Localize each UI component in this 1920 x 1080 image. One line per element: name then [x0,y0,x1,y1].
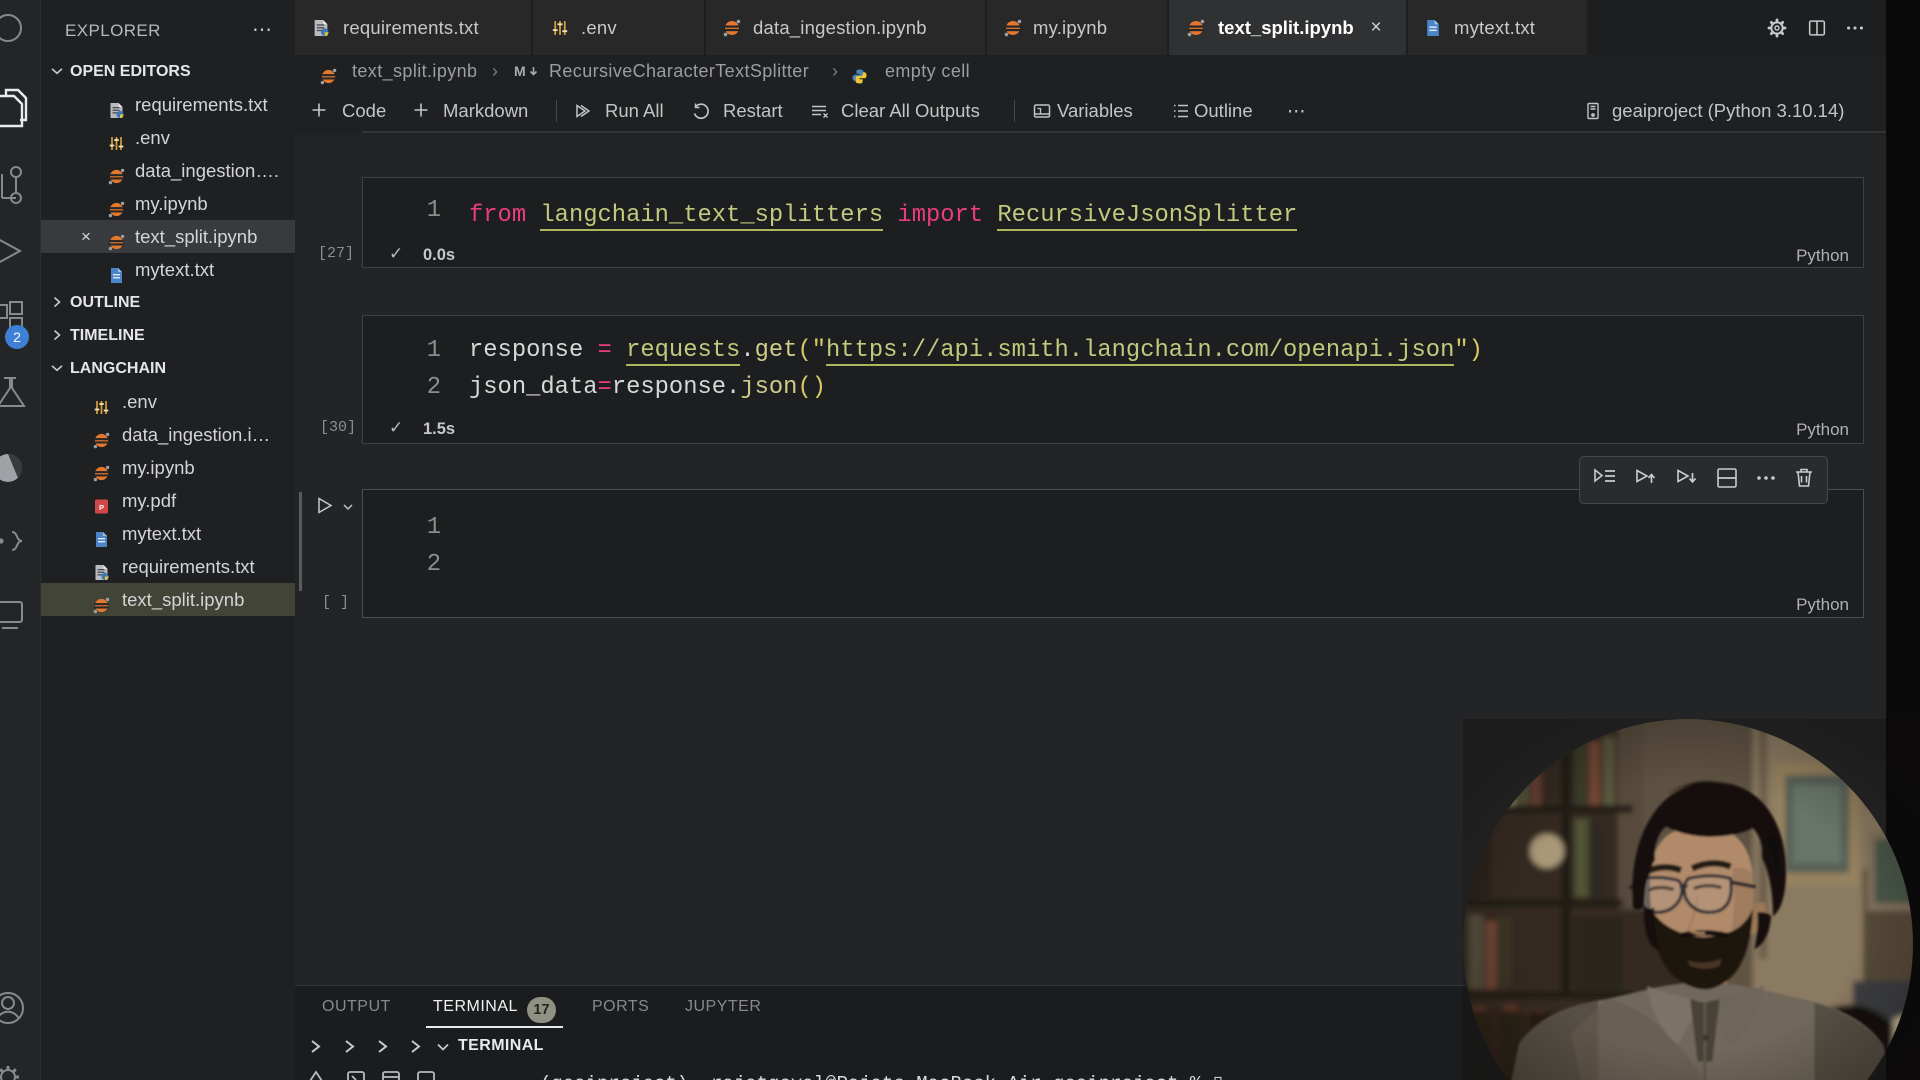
svg-text:2: 2 [13,329,21,345]
